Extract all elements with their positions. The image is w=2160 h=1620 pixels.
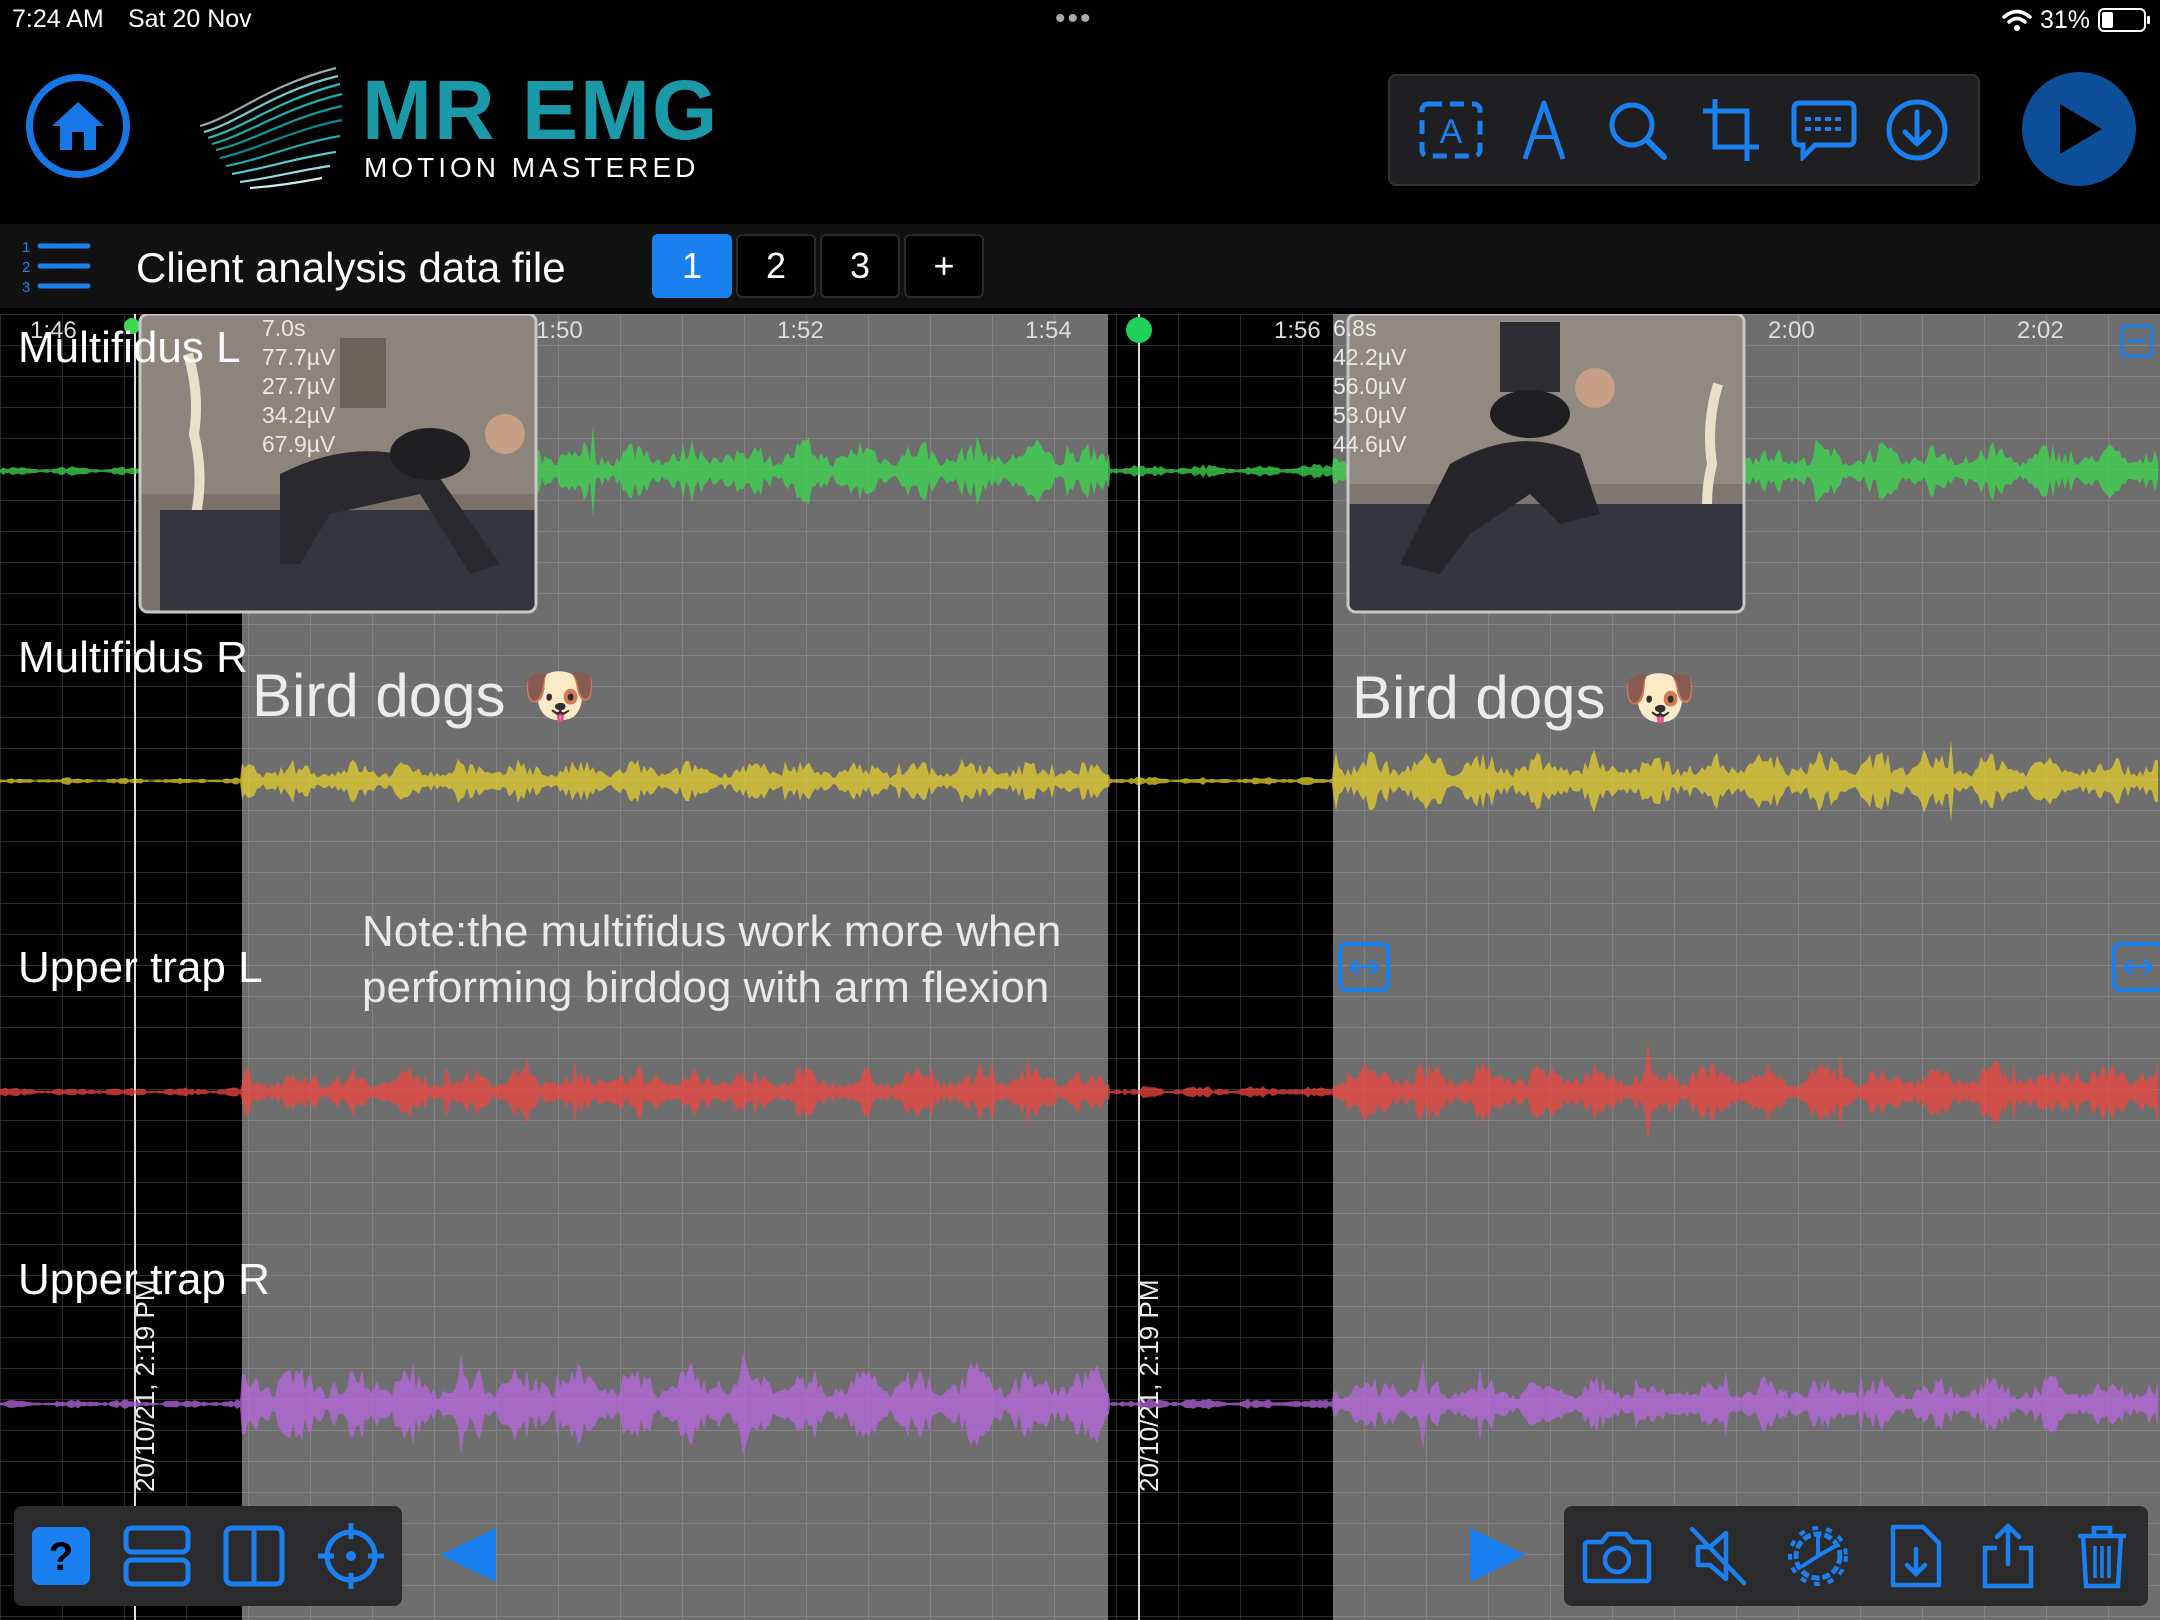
time-tick: 1:50	[536, 317, 583, 344]
play-icon	[2060, 104, 2102, 154]
trash-icon[interactable]	[2074, 1522, 2130, 1590]
brand-title: MR EMG	[362, 63, 720, 157]
emg-plot[interactable]: 1:46 1:50 1:52 1:54 1:56 2:00 2:02	[0, 314, 2160, 1620]
channel-label: Multifidus L	[18, 323, 241, 372]
time-tick: 1:56	[1274, 317, 1321, 344]
annotation-note[interactable]: Note:the multifidus work more when perfo…	[362, 904, 1061, 1016]
note-line: Note:the multifidus work more when	[362, 907, 1062, 956]
time-tick: 1:54	[1025, 317, 1072, 344]
download-button[interactable]	[1879, 92, 1955, 168]
time-tick: 2:00	[1768, 317, 1815, 344]
annotation-toolbar: A	[1388, 74, 1980, 186]
crop-icon	[1702, 99, 1759, 161]
settings-icon[interactable]	[1785, 1523, 1851, 1589]
wifi-icon	[2002, 9, 2032, 31]
tab-3[interactable]: 3	[820, 234, 900, 298]
battery-icon	[2098, 8, 2150, 32]
segment-duration: 7.0s	[262, 315, 306, 341]
tab-2[interactable]: 2	[736, 234, 816, 298]
segment-2-timestamp: 20/10/21, 2:19 PM	[1134, 1279, 1164, 1492]
status-date: Sat 20 Nov	[128, 5, 252, 33]
segment-2-title[interactable]: Bird dogs 🐶	[1352, 662, 1697, 733]
next-arrow-icon[interactable]	[1468, 1526, 1530, 1584]
file-import-icon[interactable]	[1887, 1523, 1943, 1589]
rows-layout-icon[interactable]	[123, 1525, 191, 1587]
svg-text:2: 2	[22, 259, 30, 276]
time-tick: 2:02	[2017, 317, 2064, 344]
view-toolbar: ?	[14, 1506, 402, 1606]
brand-logo-icon	[199, 66, 343, 190]
crosshair-icon[interactable]	[316, 1521, 386, 1591]
home-button[interactable]	[26, 74, 130, 178]
search-icon	[1609, 102, 1668, 160]
segment-1-timestamp: 20/10/21, 2:19 PM	[130, 1279, 160, 1492]
text-box-icon: A	[1419, 101, 1483, 159]
segment-value: 77.7µV	[262, 344, 336, 370]
segment-value: 56.0µV	[1333, 373, 1407, 399]
search-button[interactable]	[1599, 92, 1675, 168]
status-right: 31%	[2002, 4, 2150, 36]
columns-layout-icon[interactable]	[223, 1525, 285, 1587]
svg-text:?: ?	[49, 1535, 73, 1579]
file-title: Client analysis data file	[136, 244, 566, 291]
share-icon[interactable]	[1979, 1522, 2037, 1590]
segment-value: 27.7µV	[262, 373, 336, 399]
camera-icon[interactable]	[1582, 1528, 1652, 1584]
numbered-list-icon[interactable]: 1 2 3	[20, 236, 92, 296]
mute-icon[interactable]	[1688, 1525, 1748, 1587]
segment-value: 53.0µV	[1333, 402, 1407, 428]
text-box-button[interactable]: A	[1413, 92, 1489, 168]
segment-value: 67.9µV	[262, 431, 336, 457]
segment-value: 34.2µV	[262, 402, 336, 428]
multitasking-dots[interactable]: •••	[1055, 2, 1093, 36]
crop-button[interactable]	[1693, 92, 1769, 168]
pen-icon	[1522, 100, 1566, 160]
svg-text:1: 1	[22, 239, 30, 256]
pen-button[interactable]	[1506, 92, 1582, 168]
previous-arrow-icon[interactable]	[436, 1526, 498, 1584]
action-toolbar	[1564, 1506, 2148, 1606]
help-icon[interactable]: ?	[30, 1525, 92, 1587]
video-clip-2[interactable]	[1348, 314, 1744, 614]
time-tick: 1:52	[777, 317, 824, 344]
segment-value: 44.6µV	[1333, 431, 1407, 457]
home-icon	[52, 102, 104, 150]
comment-icon	[1791, 100, 1857, 161]
status-time: 7:24 AM	[12, 5, 104, 33]
download-icon	[1886, 99, 1948, 161]
comment-button[interactable]	[1786, 92, 1862, 168]
note-line: performing birddog with arm flexion	[362, 963, 1050, 1012]
battery-percent: 31%	[2039, 5, 2090, 34]
segment-1-stats: 7.0s 77.7µV 27.7µV 34.2µV 67.9µV	[262, 314, 335, 459]
channel-label: Multifidus R	[18, 633, 248, 682]
segment-duration: 6.8s	[1333, 315, 1377, 341]
segment-1-title[interactable]: Bird dogs 🐶	[252, 660, 597, 731]
svg-text:A: A	[1439, 113, 1462, 151]
tab-1[interactable]: 1	[652, 234, 732, 298]
play-button[interactable]	[2022, 72, 2136, 186]
segment-2-stats: 6.8s 42.2µV 56.0µV 53.0µV 44.6µV	[1333, 314, 1406, 459]
cursor-marker-2[interactable]	[1126, 317, 1152, 343]
segment-value: 42.2µV	[1333, 344, 1407, 370]
add-tab-button[interactable]: +	[904, 234, 984, 298]
channel-label: Upper trap L	[18, 943, 263, 992]
svg-text:3: 3	[22, 279, 30, 296]
brand-subtitle: MOTION MASTERED	[364, 152, 700, 183]
